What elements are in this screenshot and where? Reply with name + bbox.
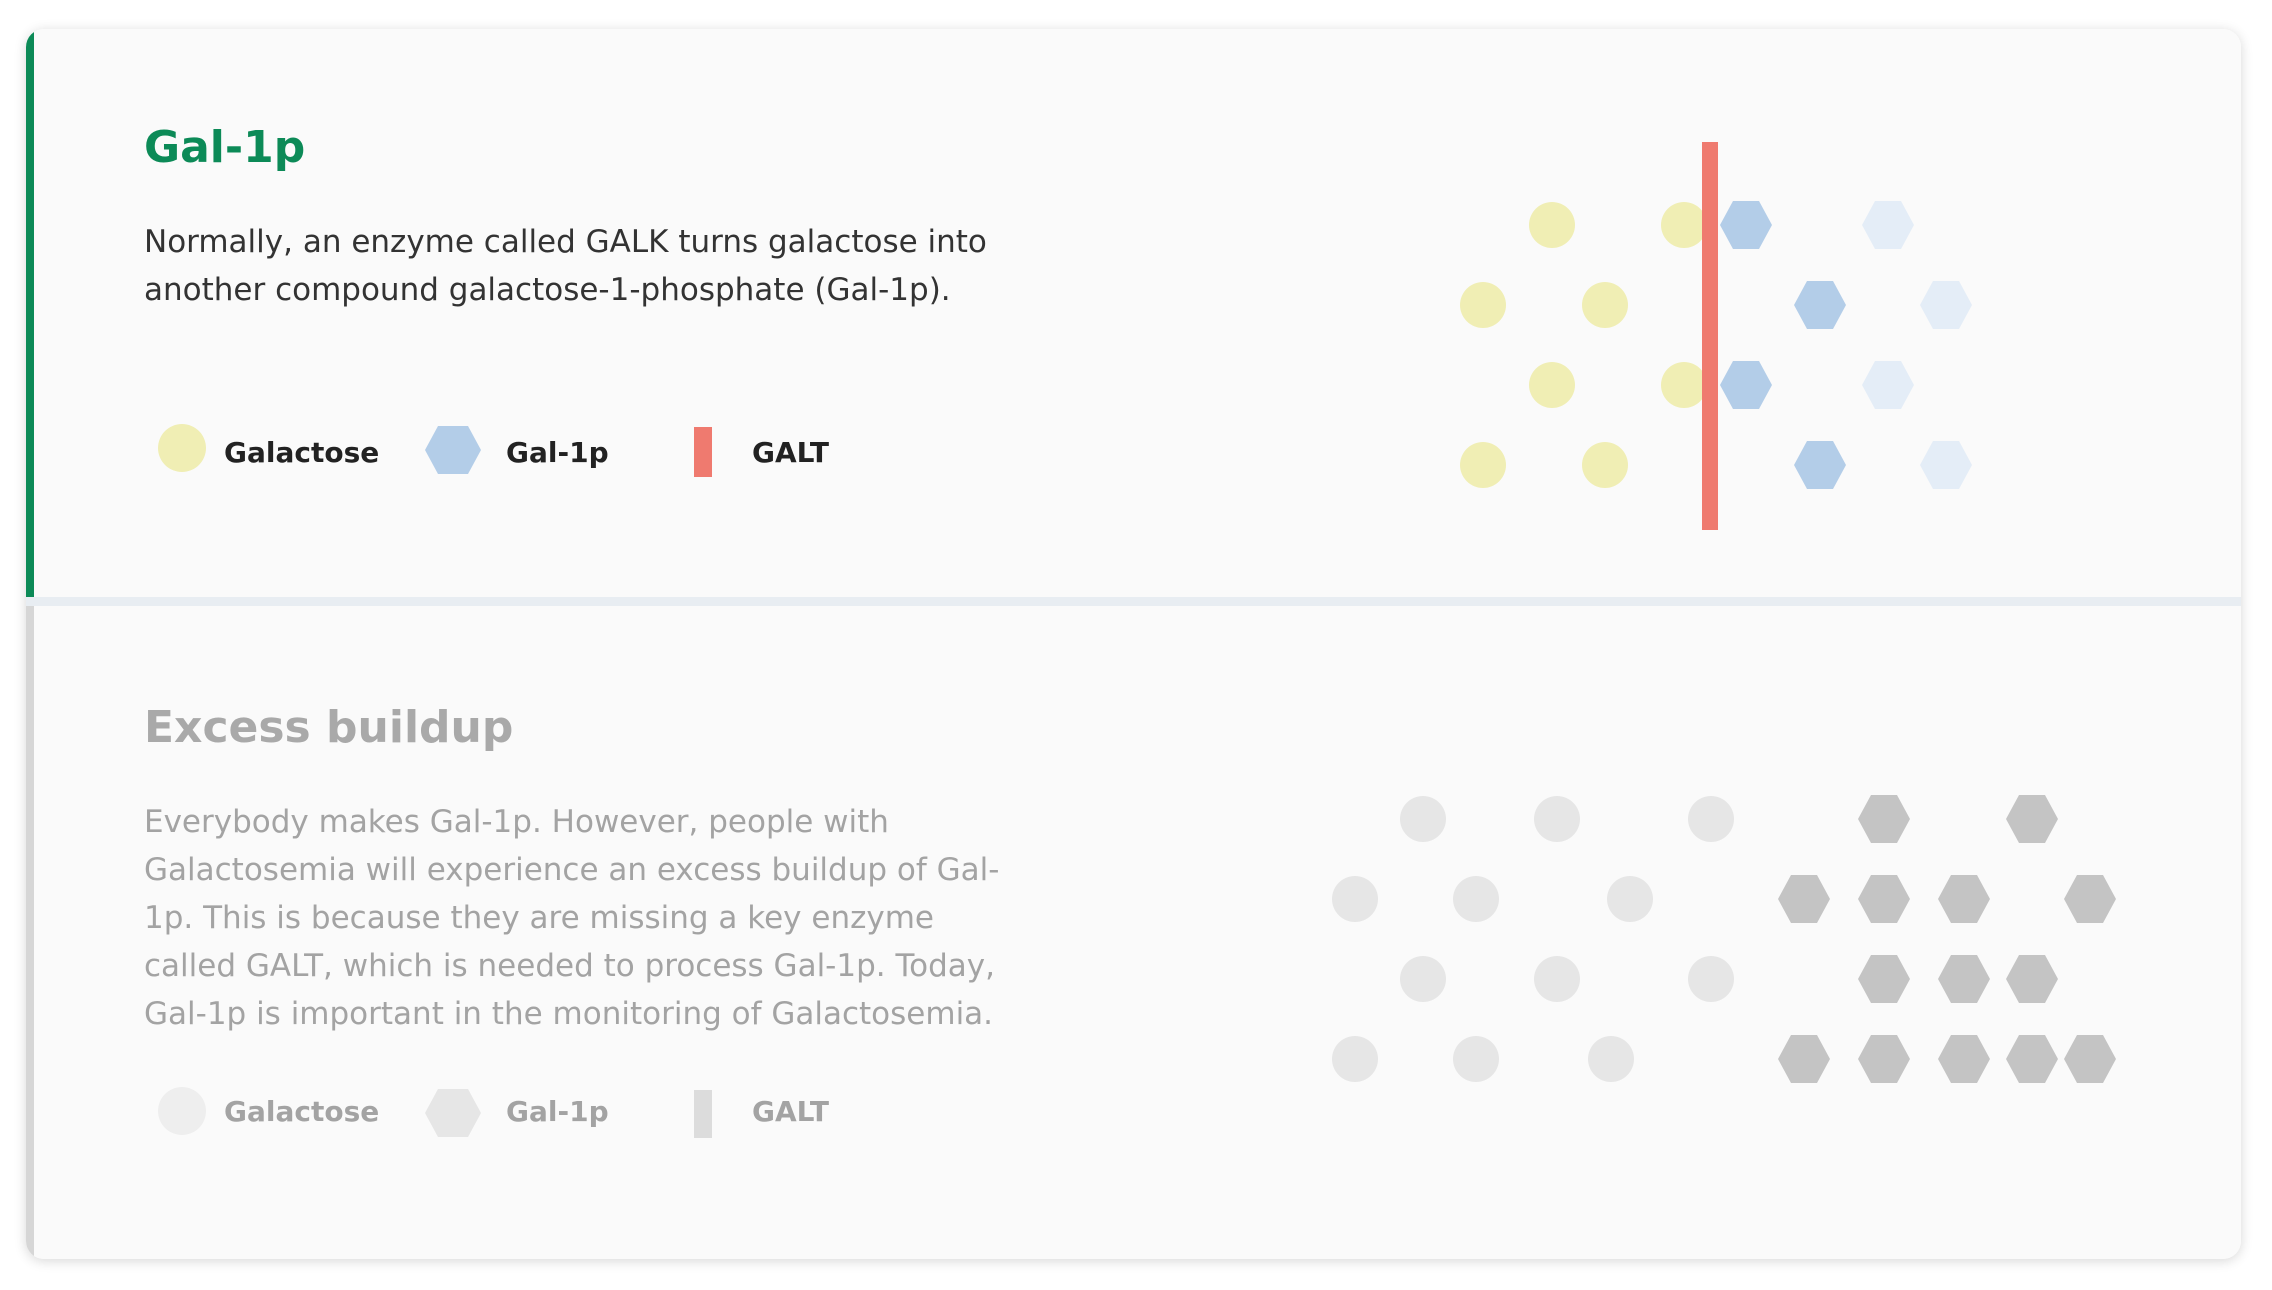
galactose-molecule (1332, 1036, 1378, 1082)
gal1p-molecule (2064, 1035, 2116, 1083)
gal1p-molecule (1778, 1035, 1830, 1083)
galactose-molecule (1661, 202, 1707, 248)
excess-buildup-panel[interactable]: Excess buildup Everybody makes Gal-1p. H… (26, 606, 2241, 1259)
gal1p-molecule-faded (1862, 361, 1914, 409)
galactose-molecule (1460, 282, 1506, 328)
gal1p-molecule-faded (1920, 281, 1972, 329)
gal1p-molecule (1858, 795, 1910, 843)
gal1p-molecule (1858, 955, 1910, 1003)
galactose-molecule (1400, 956, 1446, 1002)
galactose-molecule (1460, 442, 1506, 488)
gal1p-molecule (2006, 955, 2058, 1003)
galactose-molecule (1534, 956, 1580, 1002)
galt-conversion-diagram (1460, 142, 1972, 530)
buildup-diagram (1332, 795, 2116, 1083)
galactose-molecule (1534, 796, 1580, 842)
galactose-molecule (1400, 796, 1446, 842)
gal1p-molecule (1938, 1035, 1990, 1083)
galactose-molecule (1529, 362, 1575, 408)
gal1p-molecule (2064, 875, 2116, 923)
galactose-molecule (1332, 876, 1378, 922)
gal1p-molecule (1794, 281, 1846, 329)
galactose-molecule (1529, 202, 1575, 248)
content-card: Gal-1p Normally, an enzyme called GALK t… (26, 29, 2241, 1259)
gal1p-molecule (1938, 955, 1990, 1003)
galactose-molecule (1582, 282, 1628, 328)
galactose-molecule (1688, 956, 1734, 1002)
gal1p-molecule (1938, 875, 1990, 923)
galactose-molecule (1588, 1036, 1634, 1082)
gal1p-molecule (1778, 875, 1830, 923)
gal1p-molecule (1720, 201, 1772, 249)
galactose-molecule (1688, 796, 1734, 842)
gal1p-molecule (1858, 875, 1910, 923)
gal1p-molecule (1858, 1035, 1910, 1083)
gal1p-molecule (2006, 795, 2058, 843)
galt-enzyme-barrier (1702, 142, 1718, 530)
galactose-molecule (1661, 362, 1707, 408)
galactose-molecule (1453, 876, 1499, 922)
gal1p-molecule (2006, 1035, 2058, 1083)
galactose-molecule (1607, 876, 1653, 922)
gal1p-molecule (1794, 441, 1846, 489)
gal1p-molecule-faded (1920, 441, 1972, 489)
galactose-molecule (1453, 1036, 1499, 1082)
galactose-molecule (1582, 442, 1628, 488)
gal1p-molecule (1720, 361, 1772, 409)
gal1p-panel[interactable]: Gal-1p Normally, an enzyme called GALK t… (26, 29, 2241, 606)
gal1p-molecule-faded (1862, 201, 1914, 249)
